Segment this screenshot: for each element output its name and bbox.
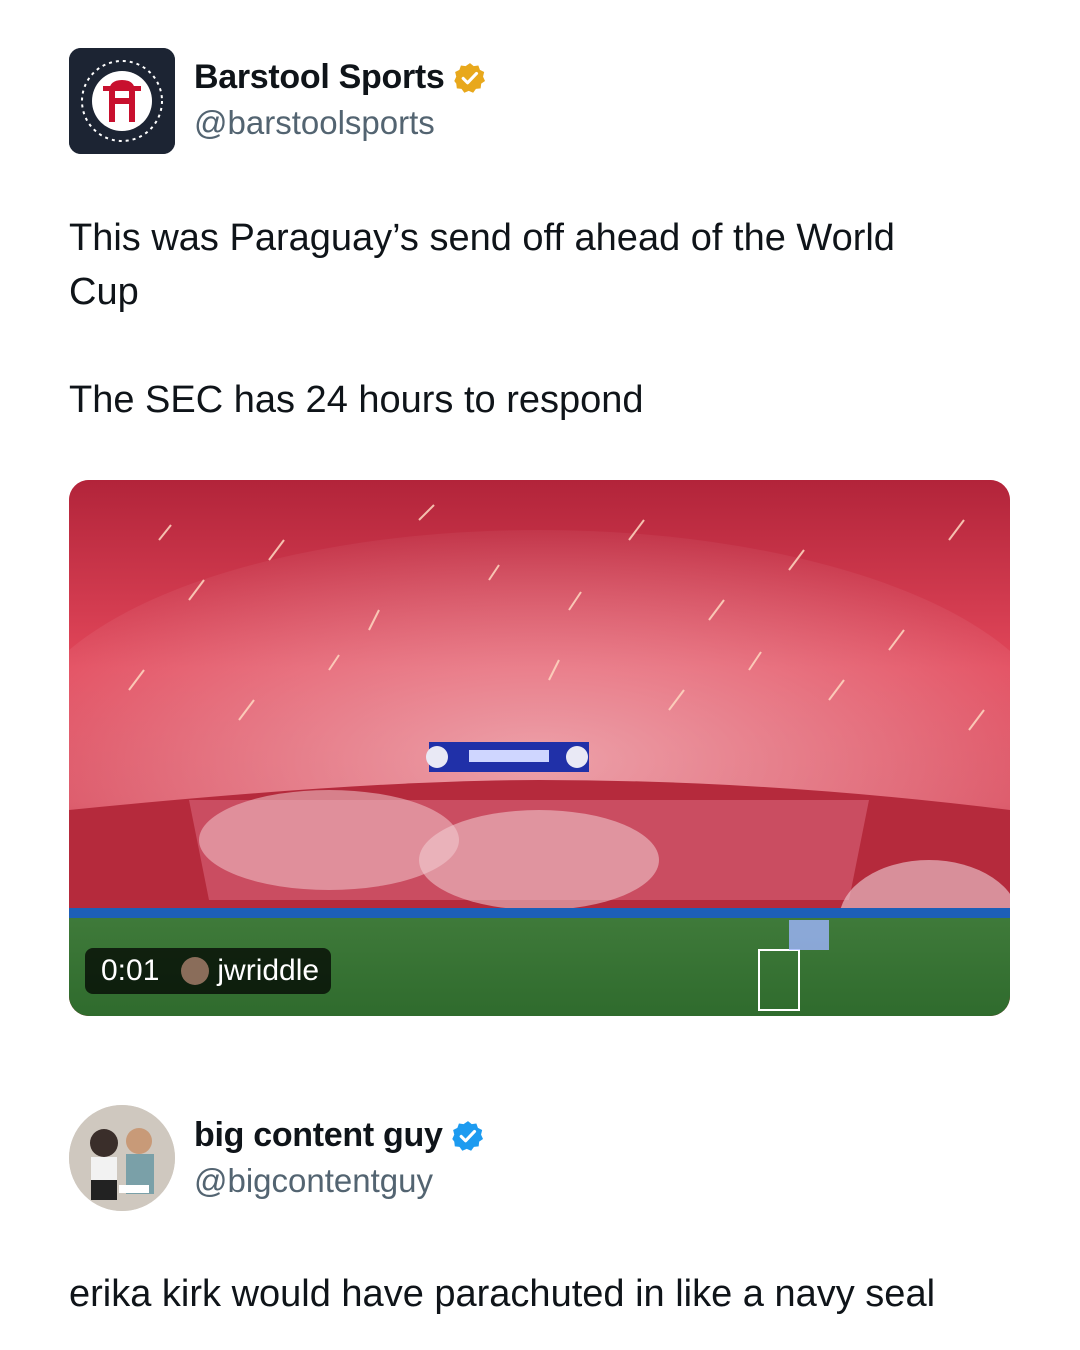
tweet-barstool: Barstool Sports @barstoolsports This was… (0, 0, 1080, 1060)
tweet-text-line1: This was Paraguay’s send off ahead of th… (69, 217, 895, 259)
video-timestamp: 0:01 (101, 954, 160, 987)
blue-verified-icon (451, 1119, 485, 1153)
barstool-logo-icon (69, 48, 175, 154)
video-player[interactable] (69, 480, 1010, 1016)
display-name[interactable]: big content guy (194, 1116, 443, 1155)
author-handle[interactable]: @barstoolsports (194, 104, 435, 142)
display-name[interactable]: Barstool Sports (194, 58, 445, 97)
credit-avatar-icon (181, 957, 210, 985)
stadium-fireworks-image (69, 480, 1010, 1016)
tweet-bigcontentguy: big content guy @bigcontentguy erika kir… (0, 1060, 1080, 1350)
tweet-text-line2: Cup (69, 271, 139, 313)
author-handle[interactable]: @bigcontentguy (194, 1162, 433, 1200)
video-credit[interactable]: jwriddle (217, 954, 319, 988)
profile-photo-icon (69, 1105, 175, 1211)
author-name-row: big content guy (194, 1116, 485, 1155)
tweet-text-line3: The SEC has 24 hours to respond (69, 379, 644, 421)
author-name-row: Barstool Sports (194, 58, 487, 97)
bigcontentguy-avatar[interactable] (69, 1105, 175, 1211)
reply-text: erika kirk would have parachuted in like… (69, 1273, 936, 1315)
gold-verified-icon (453, 61, 487, 95)
video-overlay-pill: 0:01 jwriddle (85, 948, 332, 994)
barstool-avatar[interactable] (69, 48, 175, 154)
